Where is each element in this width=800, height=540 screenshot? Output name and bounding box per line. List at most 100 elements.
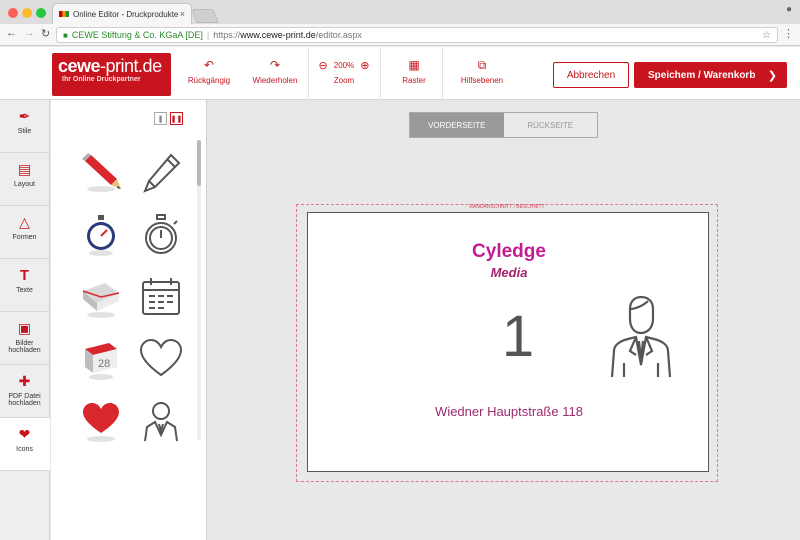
save-cart-button[interactable]: Speichem / Warenkorb ❯ bbox=[634, 62, 787, 88]
pencil-3d-icon[interactable] bbox=[71, 142, 131, 204]
bleed-label: RANDANSCHNITT / BESCHNITT bbox=[469, 204, 545, 210]
url-org: CEWE Stiftung & Co. KGaA [DE] bbox=[71, 30, 203, 40]
redo-label: Wiederholen bbox=[252, 76, 298, 85]
address-text[interactable]: Wiedner Hauptstraße 118 bbox=[308, 404, 710, 419]
sidebar-item-label: PDF Datei hochladen bbox=[8, 393, 41, 407]
number-text[interactable]: 1 bbox=[488, 305, 548, 369]
grid-icon: ▦ bbox=[408, 58, 420, 72]
image-upload-icon: ▣ bbox=[17, 320, 32, 336]
calendar-outline-icon[interactable] bbox=[131, 266, 191, 328]
sidebar-item-label: Texte bbox=[16, 287, 33, 294]
sidebar-item-formen[interactable]: △ Formen bbox=[0, 206, 49, 259]
logo-brand-bold: cewe bbox=[58, 56, 101, 76]
browser-tab[interactable]: Online Editor - Druckprodukte × bbox=[52, 3, 192, 24]
undo-label: Rückgängig bbox=[187, 76, 231, 85]
panel-scrollbar[interactable] bbox=[197, 140, 201, 440]
zoom-label: Zoom bbox=[333, 76, 355, 85]
sidebar-item-label: Stile bbox=[17, 128, 32, 135]
view-toggle: ❚ ❚❚ bbox=[154, 112, 183, 125]
heart-outline-icon[interactable] bbox=[131, 328, 191, 390]
sidebar-item-stile[interactable]: ✒ Stile bbox=[0, 100, 49, 153]
star-icon[interactable]: ☆ bbox=[762, 30, 771, 41]
pdf-icon: ✚ bbox=[18, 373, 31, 389]
zoom-in-icon[interactable]: ⊕ bbox=[360, 59, 369, 73]
guides-button[interactable]: ⧉ Hilfsebenen bbox=[456, 58, 508, 90]
undo-button[interactable]: ↶ Rückgängig bbox=[184, 58, 234, 90]
toolbar-divider bbox=[380, 47, 381, 100]
url-bar[interactable]: ■ CEWE Stiftung & Co. KGaA [DE] | https:… bbox=[56, 27, 778, 43]
view-grid-icon[interactable]: ❚❚ bbox=[170, 112, 183, 125]
forward-icon[interactable]: → bbox=[24, 27, 35, 39]
undo-icon: ↶ bbox=[203, 58, 215, 72]
new-tab-button[interactable] bbox=[191, 9, 219, 23]
close-window-dot[interactable] bbox=[8, 8, 18, 18]
tab-title: Online Editor - Druckprodukte bbox=[73, 9, 179, 19]
chevron-right-icon: ❯ bbox=[767, 69, 777, 82]
company-name-text[interactable]: Cyledge bbox=[308, 241, 710, 263]
business-card-canvas[interactable]: Cyledge Media 1 Wiedner Hauptstraße 118 bbox=[307, 212, 709, 472]
icon-panel: ❚ ❚❚ 28 bbox=[51, 100, 207, 540]
url-scheme: https:// bbox=[213, 30, 241, 40]
calendar-3d-day: 28 bbox=[98, 358, 110, 370]
businessman-outline-icon[interactable] bbox=[131, 390, 191, 452]
zoom-out-icon[interactable]: ⊖ bbox=[319, 59, 328, 73]
sidebar-item-bilder[interactable]: ▣ Bilder hochladen bbox=[0, 312, 49, 365]
profile-icon[interactable]: ● bbox=[786, 4, 792, 15]
toolbar-divider bbox=[308, 47, 309, 100]
grid-label: Raster bbox=[402, 76, 426, 85]
heart-3d-icon[interactable] bbox=[71, 390, 131, 452]
left-sidebar: ✒ Stile ▤ Layout △ Formen T Texte ▣ Bild… bbox=[0, 100, 50, 540]
stopwatch-outline-icon[interactable] bbox=[131, 204, 191, 266]
tab-front-side[interactable]: VORDERSEITE bbox=[410, 113, 504, 137]
minimize-window-dot[interactable] bbox=[22, 8, 32, 18]
brush-icon: ✒ bbox=[18, 108, 31, 124]
logo-brand-rest: -print.de bbox=[100, 56, 162, 76]
url-path: /editor.aspx bbox=[315, 30, 362, 40]
envelope-3d-icon[interactable] bbox=[71, 266, 131, 328]
sidebar-item-label: Bilder hochladen bbox=[8, 340, 41, 354]
logo[interactable]: cewe-print.de Ihr Online Druckpartner bbox=[52, 53, 171, 96]
side-tabs: VORDERSEITE RÜCKSEITE bbox=[409, 112, 598, 138]
cancel-button[interactable]: Abbrechen bbox=[553, 62, 629, 88]
toolbar-divider bbox=[442, 47, 443, 100]
url-host: www.cewe-print.de bbox=[240, 30, 316, 40]
sidebar-item-label: Icons bbox=[16, 446, 33, 453]
zoom-value: 200% bbox=[333, 61, 355, 70]
browser-toolbar: ← → ↻ ■ CEWE Stiftung & Co. KGaA [DE] | … bbox=[0, 24, 800, 46]
sidebar-item-layout[interactable]: ▤ Layout bbox=[0, 153, 49, 206]
businessman-icon[interactable] bbox=[608, 295, 674, 384]
redo-icon: ↷ bbox=[269, 58, 281, 72]
view-list-icon[interactable]: ❚ bbox=[154, 112, 167, 125]
sidebar-item-icons[interactable]: ❤ Icons bbox=[0, 418, 50, 471]
text-icon: T bbox=[19, 267, 30, 284]
icon-grid: 28 bbox=[71, 142, 191, 452]
browser-chrome: Online Editor - Druckprodukte × ● ← → ↻ … bbox=[0, 0, 800, 46]
favicon-icon bbox=[59, 11, 69, 17]
pen-outline-icon[interactable] bbox=[131, 142, 191, 204]
back-icon[interactable]: ← bbox=[6, 27, 17, 39]
tab-back-side[interactable]: RÜCKSEITE bbox=[503, 113, 597, 137]
guides-icon: ⧉ bbox=[477, 58, 487, 72]
company-subtitle-text[interactable]: Media bbox=[308, 265, 710, 280]
sidebar-item-label: Formen bbox=[12, 234, 37, 241]
stopwatch-3d-icon[interactable] bbox=[71, 204, 131, 266]
save-label: Speichem / Warenkorb bbox=[648, 69, 756, 81]
url-separator: | bbox=[206, 30, 210, 40]
scrollbar-thumb[interactable] bbox=[197, 140, 201, 186]
maximize-window-dot[interactable] bbox=[36, 8, 46, 18]
menu-icon[interactable]: ⋮ bbox=[783, 27, 794, 40]
redo-button[interactable]: ↷ Wiederholen bbox=[248, 58, 302, 90]
sidebar-item-pdf[interactable]: ✚ PDF Datei hochladen bbox=[0, 365, 49, 418]
lock-icon: ■ bbox=[63, 30, 68, 40]
icons-icon: ❤ bbox=[18, 426, 31, 442]
sidebar-item-texte[interactable]: T Texte bbox=[0, 259, 49, 312]
reload-icon[interactable]: ↻ bbox=[41, 27, 50, 40]
zoom-control: ⊖ 200% ⊕ Zoom bbox=[312, 58, 376, 90]
tab-close-icon[interactable]: × bbox=[180, 9, 185, 19]
layout-icon: ▤ bbox=[17, 161, 32, 177]
sidebar-item-label: Layout bbox=[13, 181, 36, 188]
grid-button[interactable]: ▦ Raster bbox=[392, 58, 436, 90]
logo-tagline: Ihr Online Druckpartner bbox=[62, 76, 141, 83]
guides-label: Hilfsebenen bbox=[460, 76, 504, 85]
calendar-3d-icon[interactable]: 28 bbox=[71, 328, 131, 390]
